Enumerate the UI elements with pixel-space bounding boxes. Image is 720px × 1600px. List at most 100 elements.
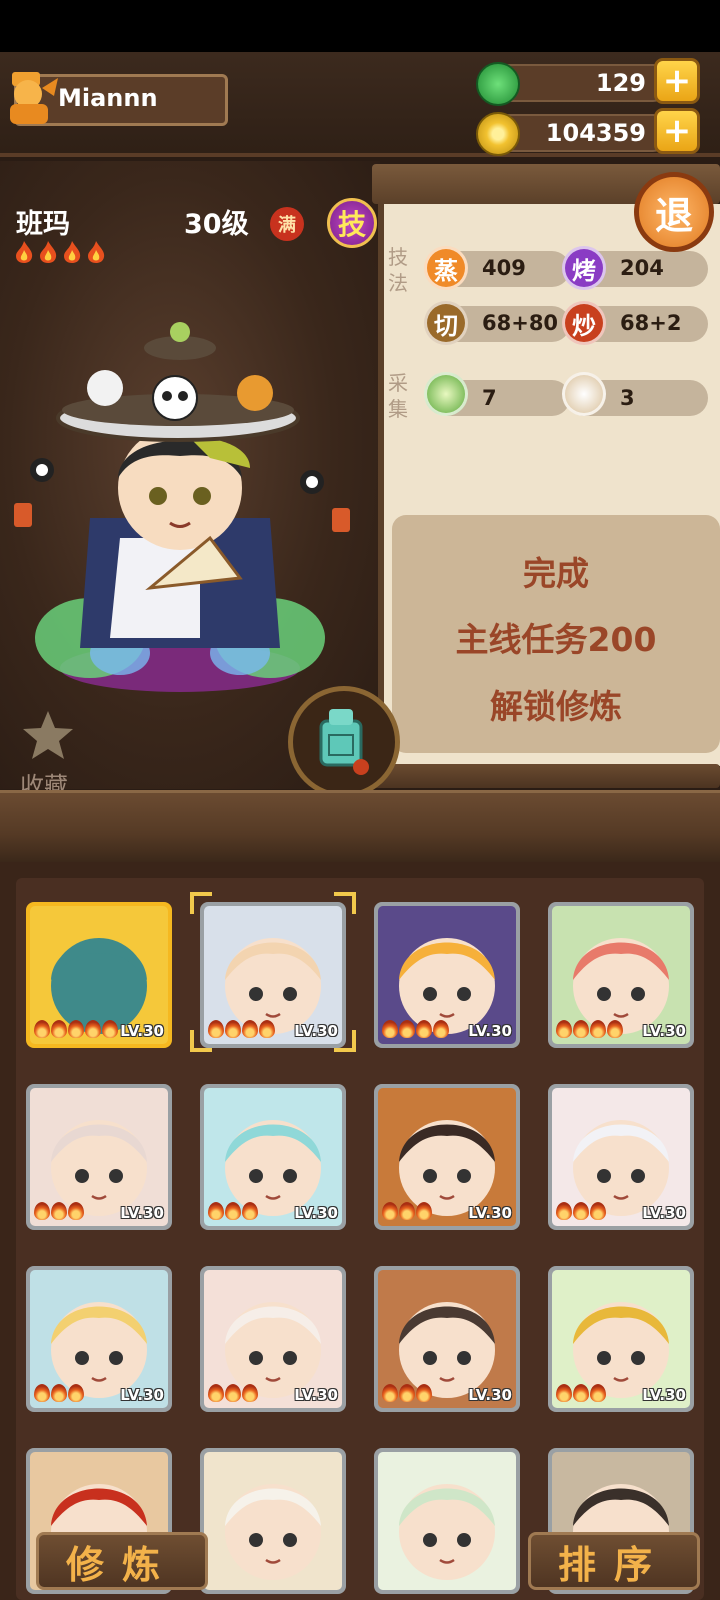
rarity-flames [34, 1202, 85, 1222]
star-icon[interactable] [20, 708, 76, 764]
wooden-shelf [0, 790, 720, 862]
flame-icon [573, 1384, 589, 1402]
flame-icon [382, 1202, 398, 1220]
character-card[interactable] [200, 1448, 346, 1594]
status-bar [0, 0, 720, 52]
character-level: 30级 [184, 209, 249, 240]
flour-value: 3 [620, 386, 635, 410]
flame-icon [51, 1384, 67, 1402]
flame-icon [399, 1202, 415, 1220]
flame-icon [40, 241, 57, 263]
character-card[interactable]: LV.30 [548, 902, 694, 1048]
fry-skill-icon: 炒 [562, 301, 606, 345]
card-level: LV.30 [642, 1204, 686, 1222]
cut-skill-icon: 切 [424, 301, 468, 345]
rarity-flames [208, 1020, 276, 1040]
selection-corner [334, 892, 356, 914]
flame-icon [573, 1020, 589, 1038]
character-card[interactable]: LV.30 [200, 902, 346, 1048]
roast-skill-icon: 烤 [562, 246, 606, 290]
flame-icon [16, 241, 33, 263]
flame-icon [590, 1384, 606, 1402]
add-jade-button[interactable]: + [654, 58, 700, 104]
flame-icon [399, 1384, 415, 1402]
character-card[interactable]: LV.30 [200, 1084, 346, 1230]
card-level: LV.30 [120, 1022, 164, 1040]
character-name: 班玛 [16, 209, 70, 240]
max-level-badge: 满 [270, 207, 304, 241]
character-card-portrait: LV.30 [378, 1088, 516, 1226]
character-card-portrait: LV.30 [30, 1088, 168, 1226]
flame-icon [573, 1202, 589, 1220]
character-card-portrait: LV.30 [204, 1088, 342, 1226]
character-card-portrait: LV.30 [552, 906, 690, 1044]
rarity-flames [382, 1020, 450, 1040]
steam-skill-icon: 蒸 [424, 246, 468, 290]
fry-value: 68+2 [620, 311, 682, 335]
flame-icon [51, 1202, 67, 1220]
character-card[interactable]: LV.30 [26, 1266, 172, 1412]
flame-icon [416, 1202, 432, 1220]
selection-corner [190, 1030, 212, 1052]
rarity-flames [34, 1384, 85, 1404]
flame-icon [433, 1020, 449, 1038]
rarity-flames [208, 1202, 259, 1222]
character-card[interactable]: LV.30 [548, 1084, 694, 1230]
flame-icon [64, 241, 81, 263]
jade-count: 129 [595, 69, 646, 97]
character-card[interactable]: LV.30 [374, 902, 520, 1048]
character-card[interactable]: LV.30 [26, 1084, 172, 1230]
selection-corner [334, 1030, 356, 1052]
character-card[interactable]: LV.30 [374, 1266, 520, 1412]
flame-icon [416, 1020, 432, 1038]
skill-button[interactable]: 技 [327, 198, 377, 248]
flame-icon [242, 1020, 258, 1038]
flame-icon [556, 1384, 572, 1402]
jade-seal-icon [319, 709, 369, 775]
character-portrait[interactable] [10, 318, 370, 698]
card-level: LV.30 [120, 1386, 164, 1404]
vegetable-value: 7 [482, 386, 497, 410]
flame-icon [225, 1202, 241, 1220]
flame-icon [225, 1384, 241, 1402]
flame-icon [607, 1020, 623, 1038]
gather-label: 采集 [388, 371, 408, 421]
rarity-flames [382, 1202, 433, 1222]
rarity-flames [14, 240, 106, 264]
vegetable-icon [424, 372, 468, 416]
card-level: LV.30 [642, 1386, 686, 1404]
flame-icon [208, 1384, 224, 1402]
character-card[interactable]: LV.30 [200, 1266, 346, 1412]
rarity-flames [34, 1020, 119, 1040]
flame-icon [68, 1384, 84, 1402]
sort-button[interactable]: 排序 [528, 1532, 700, 1590]
card-level: LV.30 [120, 1204, 164, 1222]
flame-icon [382, 1384, 398, 1402]
flame-icon [88, 241, 105, 263]
flame-icon [259, 1020, 275, 1038]
character-card[interactable]: LV.30 [548, 1266, 694, 1412]
flame-icon [208, 1202, 224, 1220]
scroll-roll-bottom [372, 764, 720, 788]
card-level: LV.30 [468, 1204, 512, 1222]
character-card-portrait [378, 1452, 516, 1590]
character-card-portrait: LV.30 [378, 1270, 516, 1408]
flame-icon [225, 1020, 241, 1038]
player-avatar-icon[interactable] [4, 68, 60, 128]
steam-value: 409 [482, 256, 526, 280]
retreat-button[interactable]: 退 [634, 172, 714, 252]
artifact-slot[interactable] [288, 686, 400, 798]
selection-corner [190, 892, 212, 914]
character-card[interactable]: LV.30 [374, 1084, 520, 1230]
add-coins-button[interactable]: + [654, 108, 700, 154]
card-level: LV.30 [642, 1022, 686, 1040]
flame-icon [102, 1020, 118, 1038]
card-level: LV.30 [294, 1022, 338, 1040]
character-card[interactable]: LV.30 [26, 902, 172, 1048]
character-card[interactable] [374, 1448, 520, 1594]
rarity-flames [556, 1020, 624, 1040]
flame-icon [590, 1202, 606, 1220]
unlock-line-2: 主线任务200 [455, 620, 657, 659]
flame-icon [34, 1020, 50, 1038]
cultivate-button[interactable]: 修炼 [36, 1532, 208, 1590]
